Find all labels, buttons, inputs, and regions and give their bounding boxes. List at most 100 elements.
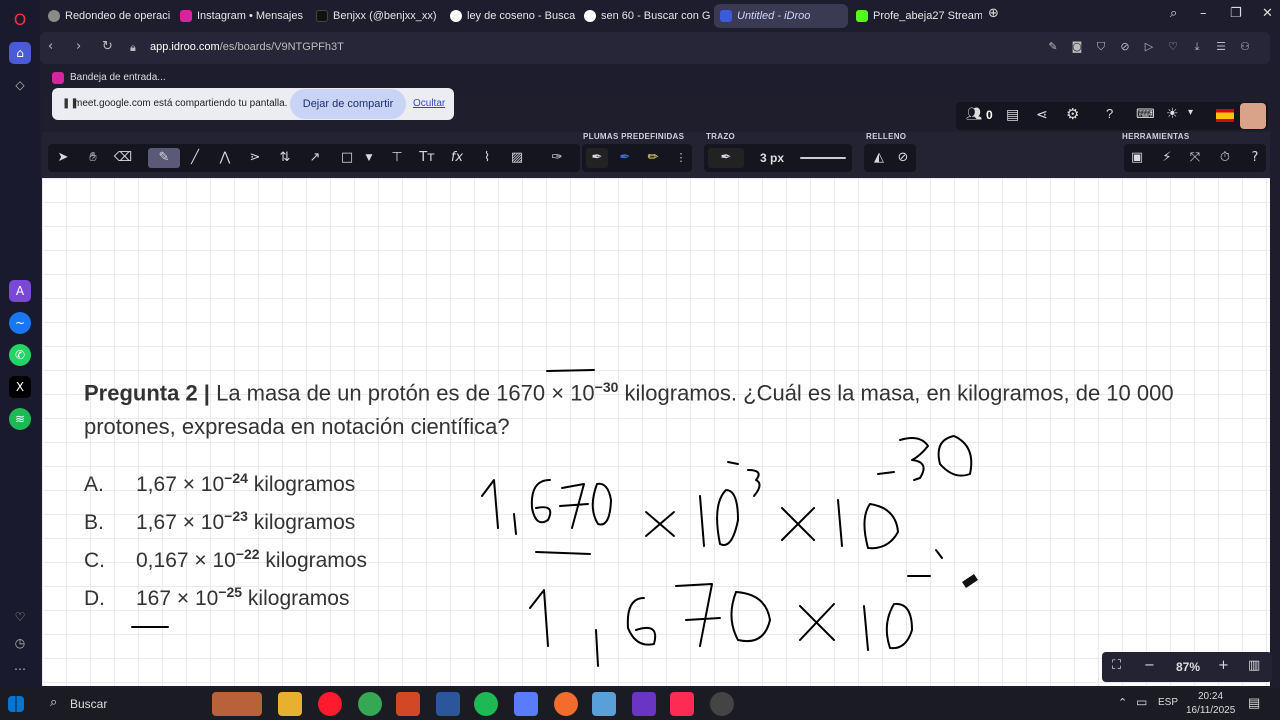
widgets-icon[interactable]: [212, 692, 262, 716]
camera-icon[interactable]: ◙: [1070, 40, 1084, 54]
settings-gear-icon[interactable]: ⚙: [1066, 105, 1079, 123]
tab-tiktok[interactable]: Benjxx (@benjxx_xx) | TikTok: [310, 4, 440, 28]
pinboard-icon[interactable]: ◇: [9, 74, 31, 96]
word-icon[interactable]: [436, 692, 460, 716]
language-indicator[interactable]: ESP: [1158, 697, 1178, 708]
calculator-icon[interactable]: [592, 692, 616, 716]
select-arrow-icon[interactable]: ➤: [52, 148, 74, 168]
stroke-size[interactable]: 3 px: [760, 151, 784, 165]
edit-icon[interactable]: ✎: [1046, 40, 1060, 54]
search-tabs-icon[interactable]: ⌕: [1170, 6, 1177, 21]
spanish-flag-icon[interactable]: [1216, 109, 1234, 122]
chevron-down-icon[interactable]: ▼: [358, 148, 380, 168]
curve-icon[interactable]: ↗: [304, 148, 326, 168]
easy-setup-icon[interactable]: ☰: [1214, 40, 1228, 54]
rectangle-icon[interactable]: □: [336, 148, 358, 168]
powerpoint-icon[interactable]: [396, 692, 420, 716]
profile-icon[interactable]: ⚇: [1238, 40, 1252, 54]
chevron-up-icon[interactable]: ⌃: [1118, 696, 1127, 709]
text-icon[interactable]: Tт: [416, 148, 438, 168]
back-icon[interactable]: ‹: [48, 39, 53, 54]
zoom-in-icon[interactable]: +: [1218, 658, 1229, 673]
highlighter-icon[interactable]: ⋀: [214, 148, 236, 168]
new-tab-plus-icon[interactable]: ⊕: [988, 6, 999, 21]
url-field[interactable]: app.idroo.com/es/boards/V9NTGPFh3T: [150, 41, 344, 53]
pen-tool-icon[interactable]: ✎: [148, 148, 180, 168]
tab-kick-stream[interactable]: Profe_abeja27 Stream - Wo: [850, 4, 982, 28]
windows-start-icon[interactable]: [8, 696, 24, 712]
eraser-icon[interactable]: ⌫: [112, 148, 134, 168]
opera-logo-icon[interactable]: O: [9, 8, 31, 30]
eyedropper-icon[interactable]: ✑: [546, 148, 568, 168]
yellow-marker-preset-icon[interactable]: ✏: [642, 148, 664, 168]
avatar[interactable]: [1240, 103, 1266, 129]
whiteboard-canvas[interactable]: Pregunta 2 | La masa de un protón es de …: [42, 178, 1270, 686]
clock-time[interactable]: 20:24: [1198, 691, 1223, 702]
copilot-icon[interactable]: [514, 692, 538, 716]
formula-fx-icon[interactable]: fx: [446, 148, 468, 168]
bookmark-inbox[interactable]: Bandeja de entrada...: [70, 72, 166, 83]
spotify-icon[interactable]: ≋: [9, 408, 31, 430]
opera-icon[interactable]: [318, 692, 342, 716]
hide-link[interactable]: Ocultar: [413, 98, 445, 109]
image-icon[interactable]: ▨: [506, 148, 528, 168]
laser-icon[interactable]: ⚡︎: [1156, 148, 1178, 168]
restore-icon[interactable]: ❐: [1230, 6, 1242, 21]
keyboard-icon[interactable]: ⌨: [1136, 106, 1155, 122]
flip-icon[interactable]: ⇅: [274, 148, 296, 168]
spotify-icon[interactable]: [474, 692, 498, 716]
participants-icon[interactable]: 👥︎: [966, 107, 983, 122]
line-icon[interactable]: ╱: [184, 148, 206, 168]
theme-sun-icon[interactable]: ☀: [1166, 105, 1179, 122]
hand-pan-icon[interactable]: ✋︎: [82, 148, 104, 168]
tab-redondeo[interactable]: Redondeo de operación: [42, 4, 170, 28]
tab-instagram[interactable]: Instagram • Mensajes: [174, 4, 304, 28]
chat-icon[interactable]: ▤: [1006, 106, 1019, 123]
blue-pen-preset-icon[interactable]: ✒: [614, 148, 636, 168]
more-vertical-icon[interactable]: ⋮: [670, 148, 692, 168]
favorites-heart-icon[interactable]: ♡: [9, 606, 31, 628]
app-circle-icon[interactable]: [710, 692, 734, 716]
minimize-icon[interactable]: –: [1200, 6, 1207, 21]
connector-icon[interactable]: ⋗: [244, 148, 266, 168]
help-icon[interactable]: ?: [1244, 148, 1266, 168]
tab-idroo-active[interactable]: Untitled - iDroo: [714, 4, 848, 28]
home-icon[interactable]: ⌂: [9, 42, 31, 64]
text-box-icon[interactable]: ⊤: [386, 148, 408, 168]
stop-sharing-button[interactable]: Dejar de compartir: [290, 89, 406, 119]
history-icon[interactable]: ◷: [9, 632, 31, 654]
tiktok-icon[interactable]: [670, 692, 694, 716]
network-icon[interactable]: ▭: [1136, 695, 1147, 709]
play-icon[interactable]: ▷: [1142, 40, 1156, 54]
whatsapp-icon[interactable]: ✆: [9, 344, 31, 366]
chrome-icon[interactable]: [358, 692, 382, 716]
zoom-out-icon[interactable]: −: [1144, 658, 1155, 673]
shield-icon[interactable]: ⛉: [1094, 40, 1108, 54]
file-explorer-icon[interactable]: [278, 692, 302, 716]
stroke-style-line[interactable]: [800, 157, 846, 159]
app-icon[interactable]: [554, 692, 578, 716]
tab-ley-coseno[interactable]: ley de coseno - Buscar con Google: [444, 4, 576, 28]
aria-icon[interactable]: A: [9, 280, 31, 302]
adblock-icon[interactable]: ⊘: [1118, 40, 1132, 54]
chevron-down-icon[interactable]: ▾: [1188, 107, 1193, 118]
map-icon[interactable]: ▥: [1248, 658, 1260, 673]
close-icon[interactable]: ✕: [1262, 6, 1273, 21]
fullscreen-icon[interactable]: ⛶: [1112, 658, 1121, 673]
share-icon[interactable]: ⋖: [1036, 106, 1048, 123]
heart-icon[interactable]: ♡: [1166, 40, 1180, 54]
clock-date[interactable]: 16/11/2025: [1186, 705, 1235, 716]
graph-icon[interactable]: ⌇: [476, 148, 498, 168]
black-pen-preset-icon[interactable]: ✒: [586, 148, 608, 168]
download-icon[interactable]: ⤓: [1190, 40, 1204, 54]
messenger-icon[interactable]: ~: [9, 312, 31, 334]
zoom-level[interactable]: 87%: [1176, 660, 1200, 674]
more-icon[interactable]: ⋯: [9, 658, 31, 680]
app-purple-icon[interactable]: [632, 692, 656, 716]
tab-sen-60[interactable]: sen 60 - Buscar con Google: [578, 4, 710, 28]
notifications-icon[interactable]: ▤: [1248, 695, 1260, 711]
timer-icon[interactable]: ⏱: [1214, 148, 1236, 168]
no-fill-icon[interactable]: ⊘: [892, 148, 914, 168]
presentation-icon[interactable]: ▣: [1126, 148, 1148, 168]
fill-bucket-icon[interactable]: ◭: [868, 148, 890, 168]
